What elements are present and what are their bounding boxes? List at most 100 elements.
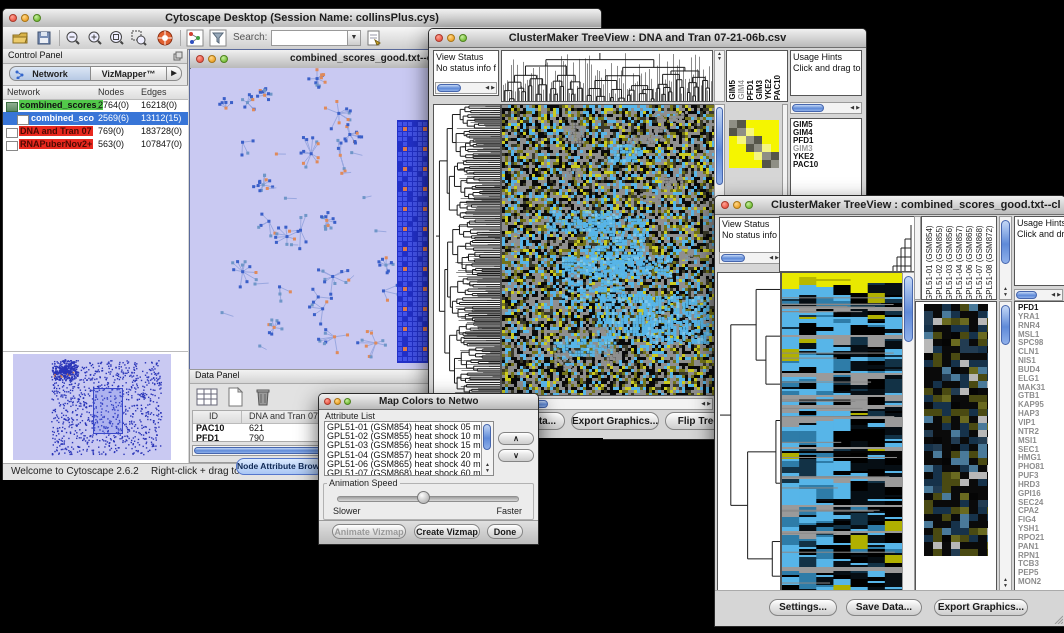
animate-vizmap-button[interactable]: Animate Vizmap [332, 524, 406, 539]
scroll-right-icon[interactable]: ▶ [1057, 293, 1061, 298]
correlation-matrix[interactable] [729, 120, 779, 168]
tv1-status-scrollbar[interactable]: ◀▶ [435, 82, 497, 94]
vscroll-thumb[interactable] [716, 107, 723, 185]
attribute-listbox[interactable]: GPL51-01 (GSM854) heat shock 05 minGPL51… [324, 421, 494, 476]
move-down-button[interactable]: ∨ [498, 449, 534, 462]
zoom-button[interactable] [344, 398, 351, 405]
column-label[interactable]: GIM4 [738, 80, 746, 100]
close-button[interactable] [721, 201, 729, 209]
treeview2-title-bar[interactable]: ClusterMaker TreeView : combined_scores_… [715, 196, 1064, 215]
create-vizmap-button[interactable]: Create Vizmap [414, 524, 480, 539]
main-title-bar[interactable]: Cytoscape Desktop (Session Name: collins… [3, 9, 601, 28]
column-label[interactable]: GPL51-07 (GSM868) [975, 219, 984, 300]
scroll-down-icon[interactable]: ▼ [1003, 584, 1008, 589]
move-up-button[interactable]: ∧ [498, 432, 534, 445]
tv2-heatmap[interactable] [782, 273, 902, 590]
zoom-button[interactable] [220, 55, 228, 63]
column-label[interactable]: PFD1 [747, 80, 755, 100]
scroll-right-icon[interactable]: ▶ [491, 86, 495, 91]
attribute-item[interactable]: GPL51-07 (GSM868) heat shock 60 min [327, 469, 480, 476]
tv1-usage-scrollbar[interactable]: ◀▶ [790, 102, 862, 114]
tv2-save-data-button[interactable]: Save Data... [846, 599, 922, 616]
network-tree-row[interactable]: DNA and Tran 07 769(0) 183728(0) [3, 125, 188, 138]
open-file-icon[interactable] [11, 29, 29, 47]
slider-thumb[interactable] [417, 491, 430, 504]
vscroll-thumb[interactable] [483, 424, 491, 450]
close-button[interactable] [196, 55, 204, 63]
zoom-selected-icon[interactable] [130, 29, 148, 47]
tv2-zoom-heatmap[interactable] [924, 304, 988, 556]
hscroll-thumb[interactable] [437, 84, 461, 92]
resize-grip[interactable] [1053, 614, 1063, 624]
filter-icon[interactable] [209, 29, 227, 47]
network-tree-row[interactable]: combined_sco 2569(6) 13112(15) [3, 112, 188, 125]
scroll-left-icon[interactable]: ◀ [850, 106, 854, 111]
minimize-button[interactable] [21, 14, 29, 22]
minimize-button[interactable] [334, 398, 341, 405]
treeview1-title-bar[interactable]: ClusterMaker TreeView : DNA and Tran 07-… [429, 29, 866, 48]
gene-label[interactable]: MON2 [1018, 578, 1045, 587]
search-input[interactable] [271, 30, 349, 46]
column-label[interactable]: GPL51-08 (GSM872) [985, 219, 994, 300]
scroll-down-icon[interactable]: ▼ [1003, 293, 1008, 298]
close-button[interactable] [324, 398, 331, 405]
tv2-genes-vscrollbar[interactable]: ▲▼ [999, 301, 1012, 591]
close-button[interactable] [435, 34, 443, 42]
tv2-usage-scrollbar[interactable]: ◀▶ [1014, 289, 1063, 301]
network-tree-row[interactable]: combined_scores_ 2764(0) 16218(0) [3, 99, 188, 112]
tv1-export-graphics-button[interactable]: Export Graphics... [571, 412, 659, 430]
attribute-list-vscrollbar[interactable]: ▲▼ [481, 422, 493, 475]
column-label[interactable]: GIM5 [729, 80, 737, 100]
birdseye-canvas[interactable] [13, 354, 171, 460]
tv2-status-scrollbar[interactable]: ◀▶ [719, 252, 781, 264]
col-network[interactable]: Network [7, 87, 40, 97]
scroll-left-icon[interactable]: ◀ [485, 86, 489, 91]
tv2-settings-button[interactable]: Settings... [769, 599, 837, 616]
tab-network[interactable]: Network [9, 66, 91, 81]
zoom-button[interactable] [33, 14, 41, 22]
tab-overflow-arrow[interactable]: ▶ [167, 66, 182, 81]
tv2-column-dendrogram[interactable] [780, 217, 914, 271]
tv1-heatmap[interactable] [502, 105, 714, 395]
tv2-divider-track[interactable] [914, 216, 921, 300]
hscroll-thumb[interactable] [792, 104, 824, 112]
network-nodes-icon[interactable] [186, 29, 204, 47]
minimize-button[interactable] [447, 34, 455, 42]
tab-vizmapper[interactable]: VizMapper™ [91, 66, 167, 81]
tv2-export-graphics-button[interactable]: Export Graphics... [934, 599, 1028, 616]
tv1-mini-vscrollbar[interactable]: ▲▼ [714, 50, 725, 102]
save-icon[interactable] [35, 29, 53, 47]
column-label[interactable]: GIM3 [756, 80, 764, 100]
column-label[interactable]: GPL51-02 (GSM855) [935, 219, 944, 300]
search-dropdown-arrow[interactable]: ▼ [347, 30, 361, 46]
tv1-column-dendrogram[interactable] [502, 51, 712, 101]
zoom-button[interactable] [459, 34, 467, 42]
done-button[interactable]: Done [487, 524, 523, 539]
tv1-row-dendrogram[interactable] [434, 105, 500, 395]
delete-attribute-icon[interactable] [252, 387, 274, 407]
column-label[interactable]: GPL51-01 (GSM854) [925, 219, 934, 300]
scroll-right-icon[interactable]: ▶ [856, 106, 860, 111]
hscroll-thumb[interactable] [1016, 291, 1037, 299]
column-label[interactable]: YKE2 [765, 79, 773, 100]
vscroll-thumb[interactable] [1001, 305, 1010, 345]
scroll-down-icon[interactable]: ▼ [485, 469, 490, 474]
hscroll-thumb[interactable] [721, 254, 745, 262]
scroll-left-icon[interactable]: ◀ [1051, 293, 1055, 298]
float-panel-icon[interactable] [173, 51, 183, 61]
row-label[interactable]: PAC10 [793, 161, 818, 169]
col-edges[interactable]: Edges [141, 87, 167, 97]
attribute-table-icon[interactable] [196, 387, 218, 407]
close-button[interactable] [9, 14, 17, 22]
network-tree-row[interactable]: RNAPuberNov2+ 563(0) 107847(0) [3, 138, 188, 151]
minimize-button[interactable] [208, 55, 216, 63]
id-column-header[interactable]: ID [209, 411, 218, 421]
scroll-down-icon[interactable]: ▼ [717, 57, 722, 62]
zoom-fit-icon[interactable] [108, 29, 126, 47]
annotation-icon[interactable] [365, 29, 383, 47]
minimize-button[interactable] [733, 201, 741, 209]
new-attribute-icon[interactable] [224, 387, 246, 407]
column-label[interactable]: PAC10 [774, 75, 782, 100]
column-label[interactable]: GPL51-06 (GSM865) [965, 219, 974, 300]
column-label[interactable]: GPL51-03 (GSM856) [945, 219, 954, 300]
